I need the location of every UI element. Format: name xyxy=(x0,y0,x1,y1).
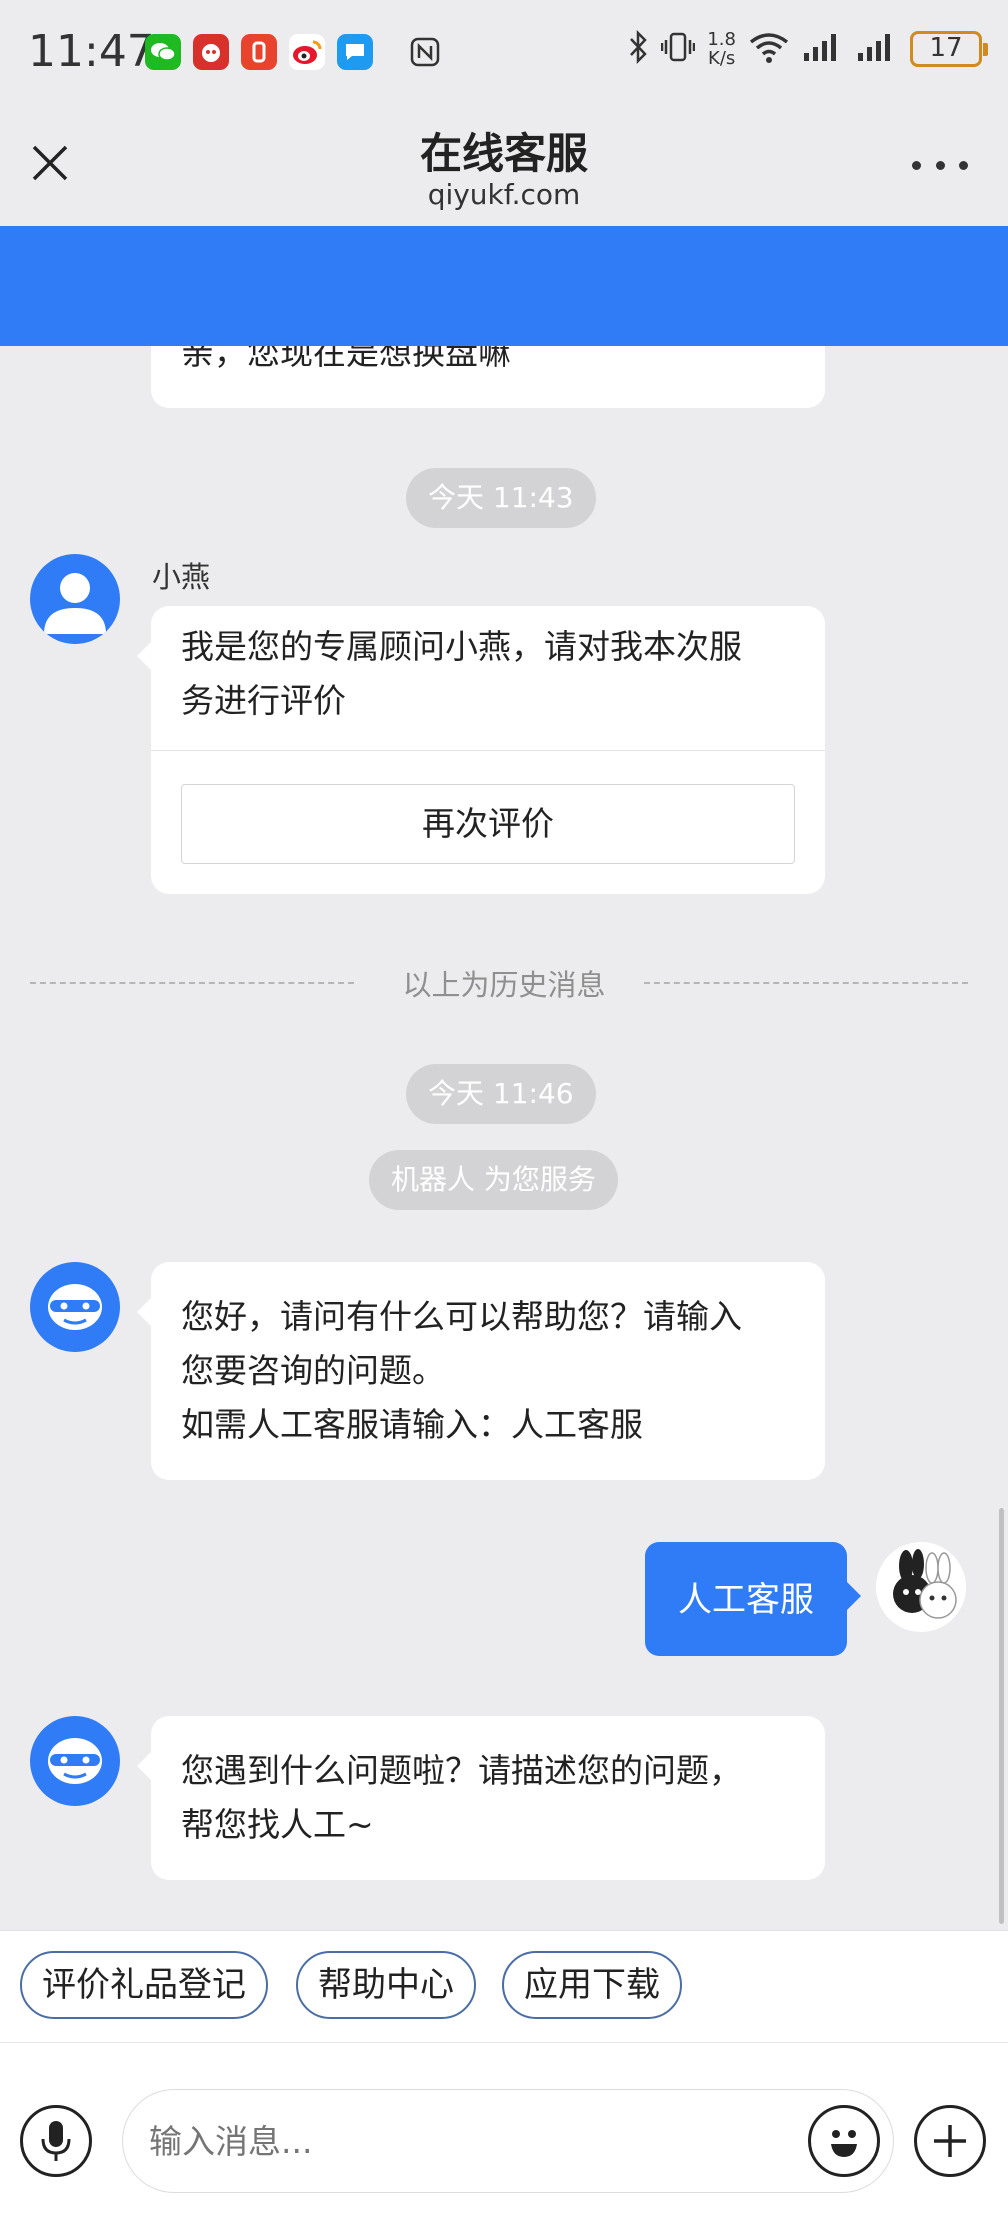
status-indicators: 1.8 K/s 17 xyxy=(627,29,988,69)
status-bar: 11:47 1.8 K/s 17 xyxy=(0,0,1008,110)
network-speed: 1.8 K/s xyxy=(707,29,736,69)
bot-avatar xyxy=(30,1716,120,1806)
user-message: 人工客服 xyxy=(645,1542,861,1656)
voice-input-button[interactable] xyxy=(20,2105,92,2177)
game-icon xyxy=(193,34,229,70)
user-avatar xyxy=(876,1542,966,1632)
timestamp: 今天 11:43 xyxy=(406,468,596,528)
signal-icon xyxy=(856,31,898,67)
wechat-icon xyxy=(145,34,181,70)
more-icon xyxy=(912,160,921,170)
microphone-icon xyxy=(41,2121,71,2161)
wifi-icon xyxy=(748,30,790,68)
bot-message: 您遇到什么问题啦？请描述您的问题， 帮您找人工~ xyxy=(137,1716,825,1880)
bot-avatar xyxy=(30,1262,120,1352)
bot-service-notice: 机器人 为您服务 xyxy=(369,1150,618,1210)
signal-icon xyxy=(802,31,844,67)
robot-icon xyxy=(48,1284,102,1330)
agent-message: 我是您的专属顾问小燕，请对我本次服 务进行评价 再次评价 xyxy=(137,606,825,894)
bluetooth-icon xyxy=(627,29,649,68)
app-icon xyxy=(241,34,277,70)
title-bar: 在线客服 qiyukf.com xyxy=(0,110,1008,226)
more-actions-button[interactable] xyxy=(914,2105,986,2177)
divider xyxy=(151,750,825,751)
quick-reply-bar: 评价礼品登记 帮助中心 应用下载 xyxy=(0,1930,1008,2042)
weibo-icon xyxy=(289,34,325,70)
chat-scrollbar[interactable] xyxy=(999,1508,1004,1924)
status-time: 11:47 xyxy=(28,26,155,77)
clipped-message: 亲，您现在是想换盘嘛 xyxy=(151,346,825,408)
rabbit-avatar-icon xyxy=(893,1549,957,1619)
nfc-icon xyxy=(407,34,443,70)
emoji-button[interactable] xyxy=(808,2105,880,2177)
page-title: 在线客服 xyxy=(419,129,588,178)
person-icon xyxy=(44,573,106,634)
chat-area[interactable]: 亲，您现在是想换盘嘛 今天 11:43 小燕 我是您的专属顾问小燕，请对我本次服… xyxy=(0,346,1008,1930)
quick-reply-gift-registration[interactable]: 评价礼品登记 xyxy=(20,1951,268,2019)
message-icon xyxy=(337,34,373,70)
more-options-button[interactable] xyxy=(912,150,968,180)
quick-reply-app-download[interactable]: 应用下载 xyxy=(502,1951,682,2019)
divider xyxy=(644,982,968,984)
rate-again-button[interactable]: 再次评价 xyxy=(181,784,795,864)
quick-reply-help-center[interactable]: 帮助中心 xyxy=(296,1951,476,2019)
agent-avatar xyxy=(30,554,120,644)
battery-indicator: 17 xyxy=(910,31,988,67)
message-composer xyxy=(0,2042,1008,2232)
agent-name: 小燕 xyxy=(152,560,211,594)
robot-icon xyxy=(48,1738,102,1784)
timestamp: 今天 11:46 xyxy=(406,1064,596,1124)
bot-message: 您好，请问有什么可以帮助您？请输入 您要咨询的问题。 如需人工客服请输入：人工客… xyxy=(137,1262,825,1480)
plus-icon xyxy=(934,2125,966,2157)
emoji-icon xyxy=(831,2130,857,2157)
notification-icons xyxy=(145,34,443,70)
message-input[interactable] xyxy=(122,2089,894,2193)
vibrate-icon xyxy=(661,30,696,68)
notice-banner xyxy=(0,226,1008,346)
page-subtitle: qiyukf.com xyxy=(427,178,581,211)
